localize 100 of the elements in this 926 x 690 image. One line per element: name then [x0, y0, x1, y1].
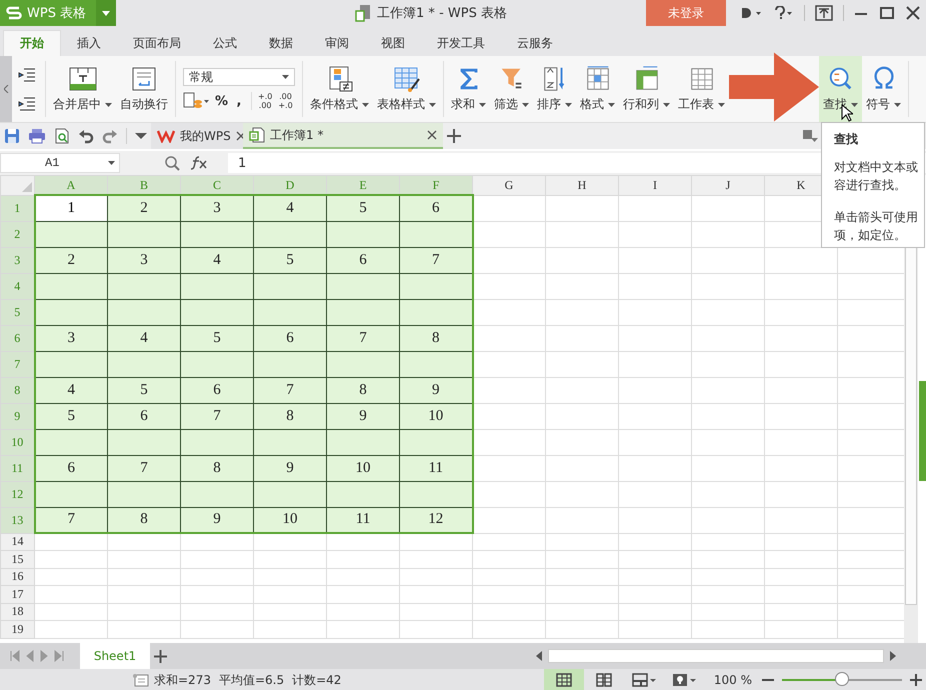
decrease-indent-icon[interactable] — [18, 96, 36, 112]
close-icon[interactable] — [906, 6, 920, 20]
close-icon[interactable] — [236, 131, 246, 141]
table-cell[interactable]: 9 — [400, 377, 472, 403]
table-cell[interactable]: 6 — [180, 377, 254, 403]
document-tab[interactable]: 工作簿1 * — [243, 123, 443, 149]
ribbon-tab[interactable]: 云服务 — [501, 30, 569, 56]
table-cell[interactable]: 5 — [254, 247, 326, 273]
table-cell[interactable]: 4 — [108, 325, 180, 351]
table-cell[interactable]: 8 — [180, 455, 254, 481]
column-header[interactable]: I — [618, 176, 692, 195]
ribbon-button[interactable]: 求和 — [447, 56, 490, 122]
table-cell[interactable]: 6 — [400, 195, 472, 221]
number-style-button[interactable]: % — [215, 94, 227, 108]
table-cell[interactable]: 9 — [254, 455, 326, 481]
panel-toggle-icon[interactable] — [802, 129, 818, 143]
table-cell[interactable]: 11 — [326, 507, 400, 533]
close-icon[interactable] — [427, 130, 437, 140]
plus-icon[interactable] — [447, 129, 461, 143]
decimal-button[interactable]: +.0 .00 — [258, 92, 272, 110]
table-cell[interactable]: 3 — [34, 325, 108, 351]
save-icon[interactable] — [4, 128, 20, 144]
zoom-slider-thumb[interactable] — [835, 672, 849, 686]
ribbon-tab[interactable]: 插入 — [61, 30, 117, 56]
table-cell[interactable]: 2 — [108, 195, 180, 221]
table-cell[interactable]: 3 — [180, 195, 254, 221]
side-panel-handle[interactable] — [919, 381, 926, 481]
table-cell[interactable]: 4 — [254, 195, 326, 221]
column-header[interactable]: G — [472, 176, 546, 195]
row-header[interactable]: 15 — [0, 550, 34, 568]
ribbon-button[interactable]: 自动换行 — [116, 56, 172, 122]
table-cell[interactable]: 6 — [108, 403, 180, 429]
print-preview-icon[interactable] — [54, 128, 70, 144]
table-cell[interactable]: 10 — [400, 403, 472, 429]
ribbon-button[interactable]: 符号 — [862, 56, 905, 122]
table-cell[interactable]: 7 — [108, 455, 180, 481]
help-icon[interactable] — [774, 6, 794, 20]
ribbon-button[interactable]: 条件格式 — [306, 56, 373, 122]
ribbon-button[interactable]: 排序 — [533, 56, 576, 122]
increase-indent-icon[interactable] — [18, 66, 36, 82]
skin-dropdown-icon[interactable] — [740, 6, 762, 20]
macro-record-icon[interactable] — [132, 673, 150, 687]
ribbon-button[interactable]: 工作表 — [674, 56, 729, 122]
ribbon-tab[interactable]: 页面布局 — [117, 30, 197, 56]
ribbon-button[interactable]: 筛选 — [490, 56, 533, 122]
document-tab[interactable]: 我的WPS — [151, 123, 243, 149]
table-cell[interactable]: 4 — [34, 377, 108, 403]
upload-icon[interactable] — [815, 5, 833, 21]
table-cell[interactable]: 4 — [180, 247, 254, 273]
ribbon-tab[interactable]: 审阅 — [309, 30, 365, 56]
table-cell[interactable]: 6 — [326, 247, 400, 273]
table-cell[interactable]: 10 — [254, 507, 326, 533]
undo-icon[interactable] — [78, 128, 94, 144]
table-cell[interactable]: 11 — [400, 455, 472, 481]
table-cell[interactable]: 8 — [400, 325, 472, 351]
table-cell[interactable]: 5 — [326, 195, 400, 221]
ribbon-tab[interactable]: 数据 — [253, 30, 309, 56]
sheet-tab[interactable]: Sheet1 — [80, 643, 150, 669]
table-cell[interactable]: 1 — [34, 195, 108, 221]
function-icon[interactable] — [190, 156, 208, 170]
table-cell[interactable]: 6 — [254, 325, 326, 351]
row-header[interactable]: 18 — [0, 603, 34, 620]
table-cell[interactable]: 12 — [400, 507, 472, 533]
table-cell[interactable]: 8 — [326, 377, 400, 403]
ribbon-tab[interactable]: 开始 — [3, 30, 61, 56]
table-cell[interactable]: 7 — [254, 377, 326, 403]
column-header[interactable]: J — [692, 176, 764, 195]
table-cell[interactable]: 8 — [254, 403, 326, 429]
table-cell[interactable]: 7 — [326, 325, 400, 351]
table-cell[interactable]: 8 — [108, 507, 180, 533]
table-cell[interactable]: 2 — [34, 247, 108, 273]
zoom-search-icon[interactable] — [164, 155, 180, 171]
name-box[interactable]: A1 — [0, 153, 120, 173]
table-cell[interactable]: 5 — [34, 403, 108, 429]
currency-icon[interactable] — [183, 92, 209, 110]
table-cell[interactable]: 5 — [108, 377, 180, 403]
normal-view-button[interactable] — [544, 669, 584, 690]
table-cell[interactable]: 3 — [108, 247, 180, 273]
print-icon[interactable] — [28, 128, 46, 144]
row-header[interactable]: 17 — [0, 586, 34, 603]
redo-icon[interactable] — [102, 128, 118, 144]
table-cell[interactable]: 9 — [326, 403, 400, 429]
row-header[interactable]: 19 — [0, 620, 34, 638]
number-format-dropdown[interactable]: 常规 — [183, 68, 295, 86]
ribbon-tab[interactable]: 视图 — [365, 30, 421, 56]
table-cell[interactable]: 9 — [180, 507, 254, 533]
scroll-left-icon[interactable] — [536, 651, 542, 661]
caret-icon[interactable] — [135, 132, 147, 140]
ribbon-button[interactable]: 合并居中 — [49, 56, 116, 122]
plus-icon[interactable] — [154, 650, 167, 662]
scroll-right-icon[interactable] — [890, 651, 896, 661]
ribbon-tab[interactable]: 公式 — [197, 30, 253, 56]
decimal-button[interactable]: .00 +.0 — [278, 92, 293, 110]
table-cell[interactable]: 7 — [400, 247, 472, 273]
zoom-out-icon[interactable] — [762, 678, 774, 682]
table-cell[interactable]: 10 — [326, 455, 400, 481]
maximize-icon[interactable] — [880, 6, 894, 20]
table-cell[interactable]: 6 — [34, 455, 108, 481]
ribbon-button[interactable]: 格式 — [576, 56, 619, 122]
table-cell[interactable]: 7 — [180, 403, 254, 429]
